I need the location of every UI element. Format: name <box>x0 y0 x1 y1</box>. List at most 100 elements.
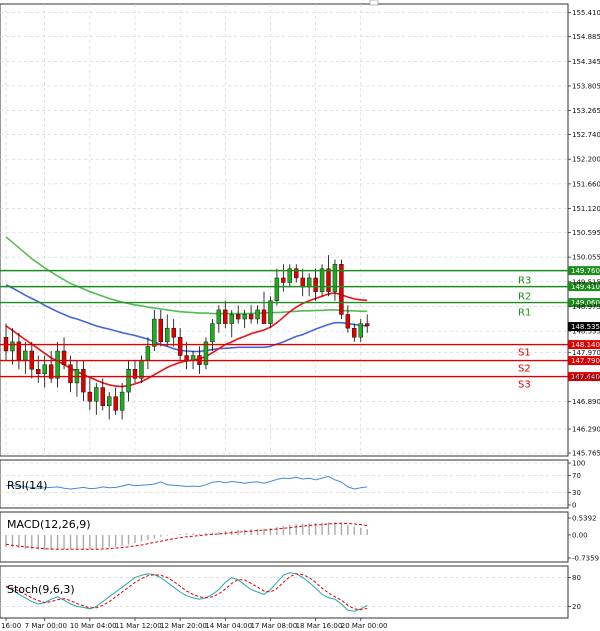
current-price-label: 148.535 <box>571 323 600 331</box>
candle-body-bear <box>345 314 351 329</box>
candle-body-bear <box>171 327 176 338</box>
candle-body-bull <box>55 350 60 379</box>
time-tick-label: 16:00 <box>1 622 21 630</box>
price-tick-label: 146.290 <box>572 426 600 434</box>
stoch-pane: 80 20 Stoch(9,6,3) <box>0 565 581 619</box>
candle-body-bear <box>235 314 241 320</box>
indicator-tick-label: 30 <box>572 489 581 497</box>
indicator-tick-label: 80 <box>572 574 581 582</box>
candle-body-bear <box>248 314 254 320</box>
price-tick-label: 151.660 <box>572 180 600 188</box>
price-tick-label: 153.265 <box>572 107 600 115</box>
stoch-label: Stoch(9,6,3) <box>7 583 75 596</box>
candle-body-bear <box>365 323 370 327</box>
price-pane: R3149.760R2149.410R1149.060S1148.140S214… <box>0 0 600 458</box>
level-label-r1: R1 <box>518 308 531 319</box>
candle-body-bear <box>326 268 331 292</box>
candle-body-bear <box>281 277 286 283</box>
price-tick-label: 145.765 <box>572 450 600 458</box>
candle <box>268 296 273 329</box>
level-label-s2: S2 <box>518 364 531 375</box>
rsi-label: RSI(14) <box>7 479 47 492</box>
price-tick-label: 154.345 <box>572 58 600 66</box>
indicator-tick-label: 0 <box>572 502 576 510</box>
time-tick-label: 14 Mar 04:00 <box>205 622 252 630</box>
level-label-s3: S3 <box>518 380 531 391</box>
rsi-pane-frame <box>0 459 569 509</box>
candle-body-bull <box>119 391 125 411</box>
candle-body-bull <box>216 309 222 324</box>
candle-body-bull <box>42 364 47 375</box>
candle-body-bull <box>190 355 196 361</box>
price-tick-label: 152.740 <box>572 131 600 139</box>
candle-body-bear <box>177 337 183 356</box>
candle-body-bear <box>36 369 41 375</box>
price-tick-label: 149.515 <box>572 278 600 286</box>
candle-body-bull <box>23 350 28 361</box>
indicator-tick-label: 100 <box>572 460 585 468</box>
candle-body-bear <box>261 309 267 324</box>
candle-body-bear <box>81 369 86 393</box>
candle-body-bear <box>339 264 344 315</box>
candle-body-bull <box>358 323 363 338</box>
level-label-r2: R2 <box>518 292 531 303</box>
candle-body-bull <box>268 300 273 324</box>
indicator-tick-label: 70 <box>572 472 581 480</box>
candle-body-bull <box>165 327 170 343</box>
price-tick-label: 148.975 <box>572 303 600 311</box>
rsi-pane: 100 70 30 0 RSI(14) <box>0 459 585 510</box>
stoch-pane-frame <box>0 565 569 619</box>
candle-body-bull <box>152 318 157 347</box>
candle-body-bull <box>139 359 144 379</box>
candle-body-bear <box>87 391 93 402</box>
candle-body-bear <box>352 327 357 338</box>
candle-body-bear <box>223 309 228 324</box>
level-label-s1: S1 <box>518 348 531 359</box>
candle-body-bear <box>113 396 118 411</box>
candle-body-bull <box>94 387 99 402</box>
candle-body-bull <box>242 314 247 320</box>
price-tick-label: 150.055 <box>572 254 600 262</box>
candle-body-bull <box>229 314 234 324</box>
candle-body-bull <box>274 277 280 301</box>
indicator-tick-label: 0.00 <box>572 531 588 539</box>
indicator-tick-label: -0.7359 <box>572 555 599 563</box>
candle <box>319 264 325 297</box>
level-label-r3: R3 <box>518 276 531 287</box>
price-tick-label: 152.200 <box>572 156 600 164</box>
pane-close-icon[interactable] <box>369 0 379 6</box>
time-tick-label: 18 Mar 16:00 <box>296 622 343 630</box>
candle-body-bear <box>300 277 305 288</box>
price-tick-label: 154.885 <box>572 33 600 41</box>
time-tick-label: 12 Mar 20:00 <box>160 622 207 630</box>
indicator-tick-label: 0.5392 <box>572 515 597 523</box>
price-tick-label: 155.410 <box>572 9 600 17</box>
trading-chart: R3149.760R2149.410R1149.060S1148.140S214… <box>0 0 600 631</box>
candle <box>339 259 344 320</box>
price-tick-label: 147.970 <box>572 349 600 357</box>
price-tick-label: 151.120 <box>572 205 600 213</box>
candle-body-bear <box>158 318 164 343</box>
time-tick-label: 11 Mar 12:00 <box>115 622 162 630</box>
price-tick-label: 150.595 <box>572 229 600 237</box>
candle-body-bear <box>61 350 67 365</box>
macd-label: MACD(12,26,9) <box>7 518 91 531</box>
time-tick-label: 10 Mar 04:00 <box>70 622 117 630</box>
candle-body-bear <box>184 355 189 361</box>
candle-body-bull <box>106 396 112 406</box>
level-price-label: 149.760 <box>571 267 600 275</box>
time-tick-label: 7 Mar 00:00 <box>25 622 67 630</box>
candle-body-bull <box>10 341 15 352</box>
candle-body-bear <box>313 277 318 292</box>
time-tick-label: 17 Mar 08:00 <box>250 622 297 630</box>
candle-body-bull <box>210 323 215 343</box>
candle <box>203 337 209 370</box>
candle-body-bull <box>126 369 131 393</box>
indicator-tick-label: 20 <box>572 603 581 611</box>
time-tick-label: 20 Mar 00:00 <box>341 622 388 630</box>
macd-pane: 0.5392 0.00 -0.7359 MACD(12,26,9) <box>0 511 599 563</box>
level-price-label: 147.790 <box>571 357 600 365</box>
candle-body-bear <box>100 387 105 406</box>
price-tick-label: 146.890 <box>572 398 600 406</box>
candle-body-bear <box>68 364 73 384</box>
